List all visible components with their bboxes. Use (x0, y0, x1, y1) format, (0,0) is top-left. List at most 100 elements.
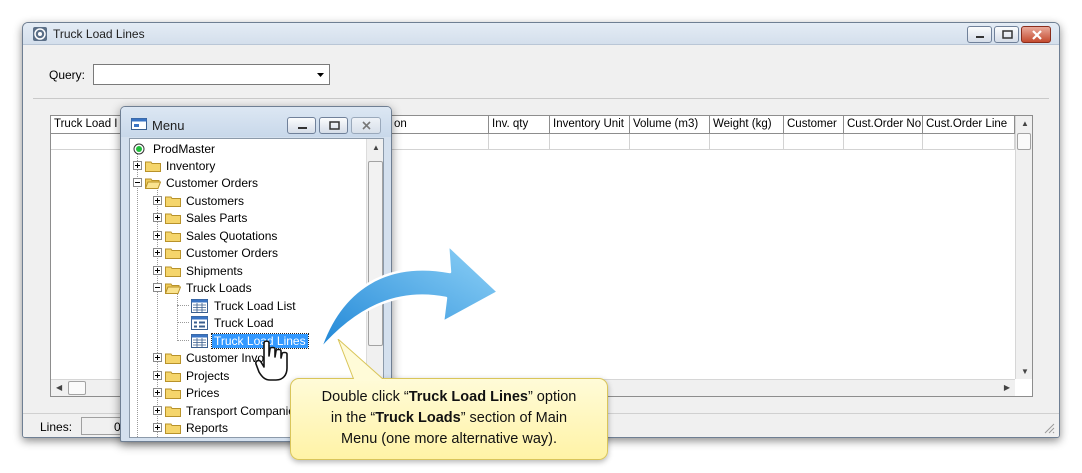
folder-icon (165, 248, 181, 259)
tree-node-sales-quotations[interactable]: Sales Quotations (153, 227, 279, 244)
expand-icon[interactable] (133, 161, 142, 170)
tree-node-label: Sales Parts (186, 210, 248, 225)
title-bar[interactable]: Truck Load Lines (23, 23, 1059, 45)
tree-node-prodmaster[interactable]: ProdMaster (133, 140, 217, 157)
expand-icon[interactable] (153, 248, 162, 257)
tree-node-customer-orders[interactable]: Customer Orders (133, 174, 260, 191)
expand-icon[interactable] (153, 388, 162, 397)
hand-cursor-icon (255, 340, 288, 381)
grid-cell[interactable] (489, 134, 550, 150)
menu-maximize-button[interactable] (319, 117, 348, 134)
column-header-volume[interactable]: Volume (m3) (630, 116, 710, 134)
folder-icon (165, 353, 181, 364)
scroll-down-icon[interactable]: ▼ (1021, 367, 1029, 376)
scroll-left-icon[interactable]: ◀ (56, 383, 62, 392)
window-title: Truck Load Lines (53, 27, 145, 41)
folder-icon (145, 161, 161, 172)
tree-node-reports[interactable]: Reports (153, 419, 230, 436)
grid-cell[interactable] (844, 134, 923, 150)
folder-open-icon (165, 283, 181, 294)
minimize-button[interactable] (967, 26, 992, 43)
maximize-button[interactable] (994, 26, 1019, 43)
chevron-down-icon[interactable] (312, 65, 329, 84)
tree-node-truck-load-list[interactable]: Truck Load List (191, 297, 298, 314)
column-header-truck-load[interactable]: Truck Load I (51, 116, 121, 134)
folder-icon (165, 388, 181, 399)
tree-node-truck-load-lines[interactable]: Truck Load Lines (191, 332, 309, 349)
app-icon (33, 27, 47, 41)
tree-node-label: Transport Companies (186, 403, 301, 418)
list-window-icon (191, 298, 208, 313)
column-header-inv-qty[interactable]: Inv. qty (489, 116, 550, 134)
tree-node-truck-load[interactable]: Truck Load (191, 314, 276, 331)
callout-line-2: in the “Truck Loads” section of Main (330, 410, 568, 426)
expand-icon[interactable] (153, 371, 162, 380)
query-dropdown[interactable] (93, 64, 330, 85)
folder-icon (165, 406, 181, 417)
tree-node-label: Truck Load (214, 315, 274, 330)
collapse-icon[interactable] (133, 178, 142, 187)
grid-cell[interactable] (784, 134, 844, 150)
menu-icon (131, 118, 147, 130)
tree-line (137, 153, 138, 437)
folder-open-icon (145, 178, 161, 189)
list-window-icon (191, 333, 208, 348)
grid-cell[interactable] (923, 134, 1015, 150)
grid-vertical-scrollbar[interactable]: ▲ ▼ (1015, 116, 1032, 379)
collapse-icon[interactable] (153, 283, 162, 292)
scroll-up-icon[interactable]: ▲ (1021, 119, 1029, 128)
scroll-up-icon[interactable]: ▲ (372, 143, 380, 152)
tree-node-label: Truck Loads (186, 280, 252, 295)
expand-icon[interactable] (153, 213, 162, 222)
menu-minimize-button[interactable] (287, 117, 316, 134)
expand-icon[interactable] (153, 353, 162, 362)
tree-node-label: Truck Load List (214, 298, 296, 313)
tree-line (177, 322, 189, 323)
tree-node-shipments[interactable]: Shipments (153, 262, 245, 279)
scroll-thumb[interactable] (1017, 133, 1031, 150)
tree-node-label: Shipments (186, 263, 243, 278)
tree-node-label: Inventory (166, 158, 216, 173)
resize-grip-icon[interactable] (1043, 422, 1055, 434)
grid-cell[interactable] (51, 134, 121, 150)
tree-node-label: Reports (186, 420, 229, 435)
expand-icon[interactable] (153, 231, 162, 240)
tree-node-transport-companies[interactable]: Transport Companies (153, 402, 303, 419)
grid-cell[interactable] (550, 134, 630, 150)
query-label: Query: (49, 68, 86, 82)
grid-cell[interactable] (630, 134, 710, 150)
callout-line-3: Menu (one more alternative way). (341, 431, 557, 447)
tree-node-inventory[interactable]: Inventory (133, 157, 217, 174)
column-header-description[interactable]: on (391, 116, 489, 134)
tree-node-label: Projects (186, 368, 230, 383)
expand-icon[interactable] (153, 266, 162, 275)
callout-pointer (337, 339, 386, 381)
column-header-customer[interactable]: Customer (784, 116, 844, 134)
scroll-thumb[interactable] (68, 381, 86, 395)
tree-line (177, 340, 189, 341)
expand-icon[interactable] (153, 406, 162, 415)
tree-node-prices[interactable]: Prices (153, 384, 221, 401)
grid-cell[interactable] (710, 134, 784, 150)
scroll-right-icon[interactable]: ▶ (1004, 383, 1010, 392)
tree-node-label: Sales Quotations (186, 228, 278, 243)
expand-icon[interactable] (153, 423, 162, 432)
tree-node-projects[interactable]: Projects (153, 367, 231, 384)
column-header-weight[interactable]: Weight (kg) (710, 116, 784, 134)
close-button[interactable] (1021, 26, 1051, 43)
tree-node-truck-loads[interactable]: Truck Loads (153, 279, 254, 296)
menu-close-button[interactable] (351, 117, 381, 134)
column-header-cust-order-no[interactable]: Cust.Order No (844, 116, 923, 134)
tree-node-customer-orders-sub[interactable]: Customer Orders (153, 244, 280, 261)
tree-node-customers[interactable]: Customers (153, 192, 246, 209)
grid-cell[interactable] (391, 134, 489, 150)
column-header-inventory-unit[interactable]: Inventory Unit (550, 116, 630, 134)
column-header-cust-order-line[interactable]: Cust.Order Line (923, 116, 1015, 134)
tree-node-label: Customers (186, 193, 245, 208)
divider (33, 98, 1049, 99)
callout-line-1: Double click “Truck Load Lines” option (321, 389, 577, 405)
expand-icon[interactable] (153, 196, 162, 205)
menu-title: Menu (152, 118, 185, 133)
menu-title-bar[interactable]: Menu (121, 107, 391, 137)
tree-node-sales-parts[interactable]: Sales Parts (153, 209, 249, 226)
